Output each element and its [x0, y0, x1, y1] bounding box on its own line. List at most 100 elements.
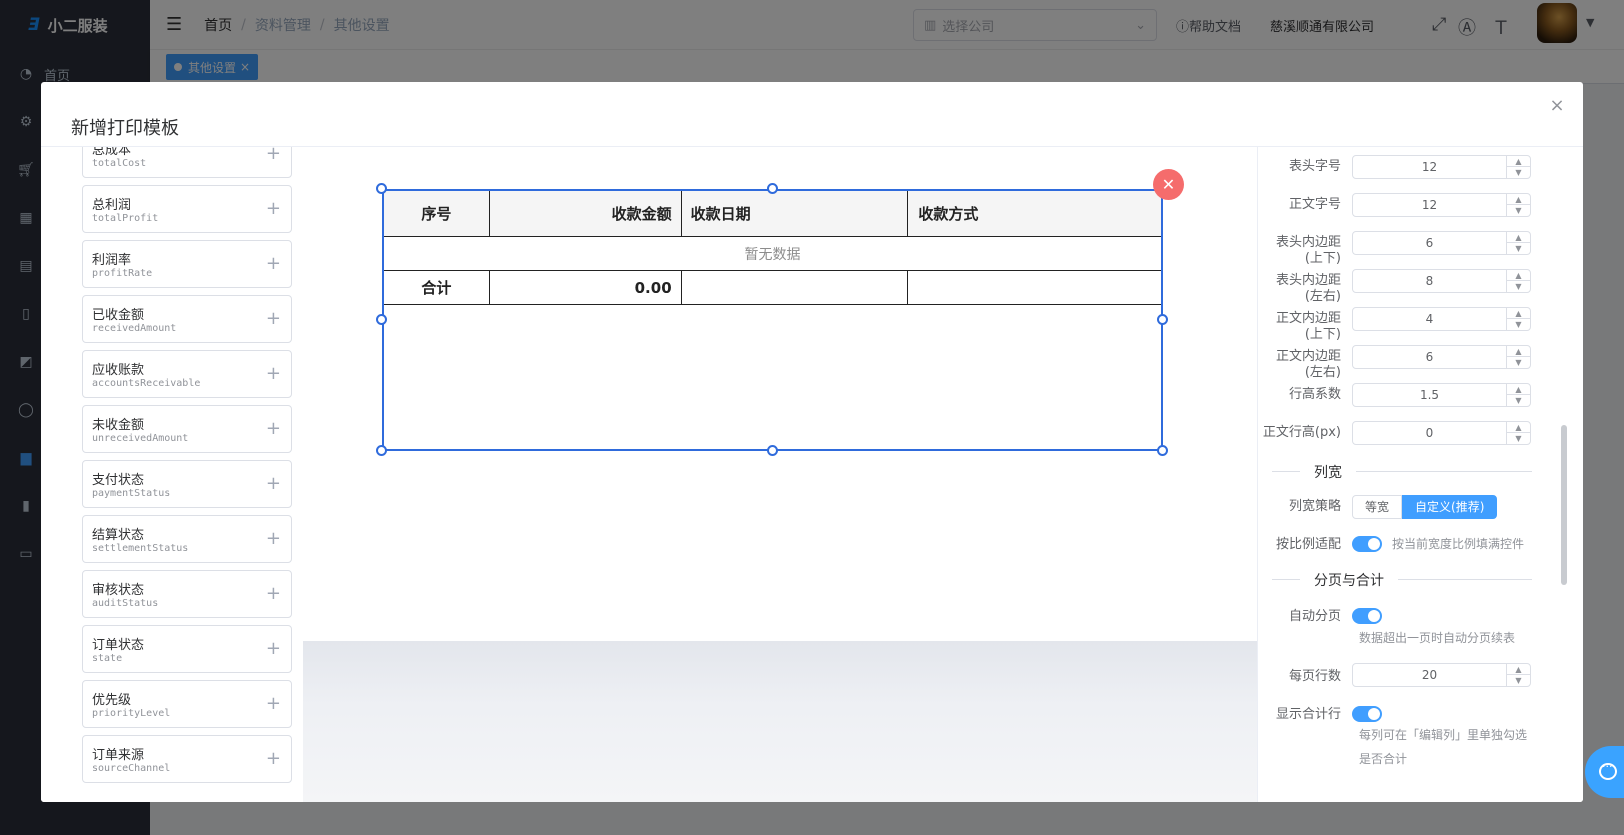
field-item[interactable]: 支付状态 paymentStatus + — [82, 460, 292, 508]
setting-hint: 按当前宽度比例填满控件 — [1392, 537, 1525, 551]
resize-handle-bottom-left[interactable] — [376, 445, 387, 456]
resize-handle-top-left[interactable] — [376, 183, 387, 194]
resize-handle-top[interactable] — [767, 183, 778, 194]
close-icon[interactable]: × — [1547, 96, 1567, 116]
stepper-down-icon[interactable]: ▼ — [1507, 433, 1530, 444]
plus-icon[interactable]: + — [266, 253, 281, 274]
setting-label: 表头内边距(左右) — [1275, 273, 1341, 304]
divider-text: 列宽 — [1300, 462, 1356, 482]
plus-icon[interactable]: + — [266, 198, 281, 219]
number-input[interactable]: 6 ▲ ▼ — [1352, 345, 1531, 369]
field-label: 利润率 — [92, 253, 132, 268]
stepper-down-icon[interactable]: ▼ — [1507, 395, 1530, 406]
stepper-down-icon[interactable]: ▼ — [1507, 243, 1530, 254]
field-key: profitRate — [92, 268, 153, 279]
field-item[interactable]: 订单来源 sourceChannel + — [82, 735, 292, 783]
setting-label: 正文字号 — [1288, 197, 1341, 212]
setting-label: 正文内边距(上下) — [1275, 311, 1341, 342]
setting-label: 每页行数 — [1288, 669, 1341, 684]
selection-box — [382, 189, 1163, 451]
chat-icon — [1599, 760, 1617, 780]
plus-icon[interactable]: + — [266, 473, 281, 494]
field-item[interactable]: 结算状态 settlementStatus + — [82, 515, 292, 563]
setting-hint: 每列可在「编辑列」里单独勾选 — [1359, 728, 1528, 742]
stepper-up-icon[interactable]: ▲ — [1507, 194, 1530, 205]
plus-icon[interactable]: + — [266, 418, 281, 439]
number-input[interactable]: 4 ▲ ▼ — [1352, 307, 1531, 331]
stepper-up-icon[interactable]: ▲ — [1507, 422, 1530, 433]
field-item[interactable]: 总利润 totalProfit + — [82, 185, 292, 233]
delete-element-button[interactable]: ✕ — [1153, 169, 1184, 200]
field-label: 订单状态 — [92, 638, 145, 653]
stepper-up-icon[interactable]: ▲ — [1507, 232, 1530, 243]
plus-icon[interactable]: + — [266, 638, 281, 659]
field-item[interactable]: 订单状态 state + — [82, 625, 292, 673]
divider-column-width: 列宽 — [1272, 462, 1532, 482]
auto-paging-switch[interactable] — [1352, 608, 1382, 624]
field-item[interactable]: 应收账款 accountsReceivable + — [82, 350, 292, 398]
stepper-down-icon[interactable]: ▼ — [1507, 357, 1530, 368]
resize-handle-left[interactable] — [376, 314, 387, 325]
stepper-up-icon[interactable]: ▲ — [1507, 346, 1530, 357]
plus-icon[interactable]: + — [266, 308, 281, 329]
input-value: 20 — [1421, 668, 1438, 682]
plus-icon[interactable]: + — [266, 147, 281, 164]
dialog-body: 总成本 totalCost + 总利润 totalProfit + 利润率 profitRat… — [41, 146, 1583, 802]
field-key: receivedAmount — [92, 323, 177, 334]
field-item[interactable]: 未收金额 unreceivedAmount + — [82, 405, 292, 453]
field-label: 结算状态 — [92, 528, 145, 543]
stepper: ▲ ▼ — [1506, 308, 1530, 330]
divider-text: 分页与合计 — [1300, 570, 1398, 590]
field-item[interactable]: 审核状态 auditStatus + — [82, 570, 292, 618]
input-value: 6 — [1425, 350, 1434, 364]
resize-handle-bottom-right[interactable] — [1157, 445, 1168, 456]
setting-label: 正文内边距(左右) — [1275, 349, 1341, 380]
number-input[interactable]: 1.5 ▲ ▼ — [1352, 383, 1531, 407]
setting-label: 行高系数 — [1288, 387, 1341, 402]
stepper-down-icon[interactable]: ▼ — [1507, 167, 1530, 178]
number-input[interactable]: 6 ▲ ▼ — [1352, 231, 1531, 255]
number-input[interactable]: 12 ▲ ▼ — [1352, 155, 1531, 179]
field-key: totalCost — [92, 158, 147, 169]
setting-hint: 数据超出一页时自动分页续表 — [1359, 631, 1516, 645]
field-label: 支付状态 — [92, 473, 145, 488]
plus-icon[interactable]: + — [266, 528, 281, 549]
plus-icon[interactable]: + — [266, 363, 281, 384]
field-key: state — [92, 653, 123, 664]
plus-icon[interactable]: + — [266, 583, 281, 604]
stepper: ▲ ▼ — [1506, 422, 1530, 444]
field-item[interactable]: 利润率 profitRate + — [82, 240, 292, 288]
option-custom-width[interactable]: 自定义(推荐) — [1402, 495, 1498, 519]
stepper: ▲ ▼ — [1506, 384, 1530, 406]
plus-icon[interactable]: + — [266, 748, 281, 769]
input-value: 1.5 — [1419, 388, 1440, 402]
stepper-up-icon[interactable]: ▲ — [1507, 664, 1530, 675]
stepper-up-icon[interactable]: ▲ — [1507, 156, 1530, 167]
number-input[interactable]: 0 ▲ ▼ — [1352, 421, 1531, 445]
rows-per-page-input[interactable]: 20 ▲ ▼ — [1352, 663, 1531, 687]
resize-handle-bottom[interactable] — [767, 445, 778, 456]
plus-icon[interactable]: + — [266, 693, 281, 714]
option-equal-width[interactable]: 等宽 — [1352, 495, 1403, 519]
number-input[interactable]: 12 ▲ ▼ — [1352, 193, 1531, 217]
stepper-down-icon[interactable]: ▼ — [1507, 205, 1530, 216]
settings-scrollbar[interactable] — [1561, 425, 1567, 585]
ratio-fit-switch[interactable] — [1352, 536, 1382, 552]
show-total-row-switch[interactable] — [1352, 706, 1382, 722]
stepper-up-icon[interactable]: ▲ — [1507, 308, 1530, 319]
field-list: 总成本 totalCost + 总利润 totalProfit + 利润率 profitRat… — [41, 147, 303, 802]
resize-handle-right[interactable] — [1157, 314, 1168, 325]
stepper-down-icon[interactable]: ▼ — [1507, 281, 1530, 292]
field-key: priorityLevel — [92, 708, 171, 719]
input-value: 8 — [1425, 274, 1434, 288]
stepper-up-icon[interactable]: ▲ — [1507, 384, 1530, 395]
setting-label: 正文行高(px) — [1262, 425, 1341, 440]
field-item[interactable]: 优先级 priorityLevel + — [82, 680, 292, 728]
stepper-down-icon[interactable]: ▼ — [1507, 319, 1530, 330]
field-item[interactable]: 总成本 totalCost + — [82, 147, 292, 178]
stepper: ▲ ▼ — [1506, 664, 1530, 686]
stepper-up-icon[interactable]: ▲ — [1507, 270, 1530, 281]
field-item[interactable]: 已收金额 receivedAmount + — [82, 295, 292, 343]
stepper-down-icon[interactable]: ▼ — [1507, 675, 1530, 686]
number-input[interactable]: 8 ▲ ▼ — [1352, 269, 1531, 293]
